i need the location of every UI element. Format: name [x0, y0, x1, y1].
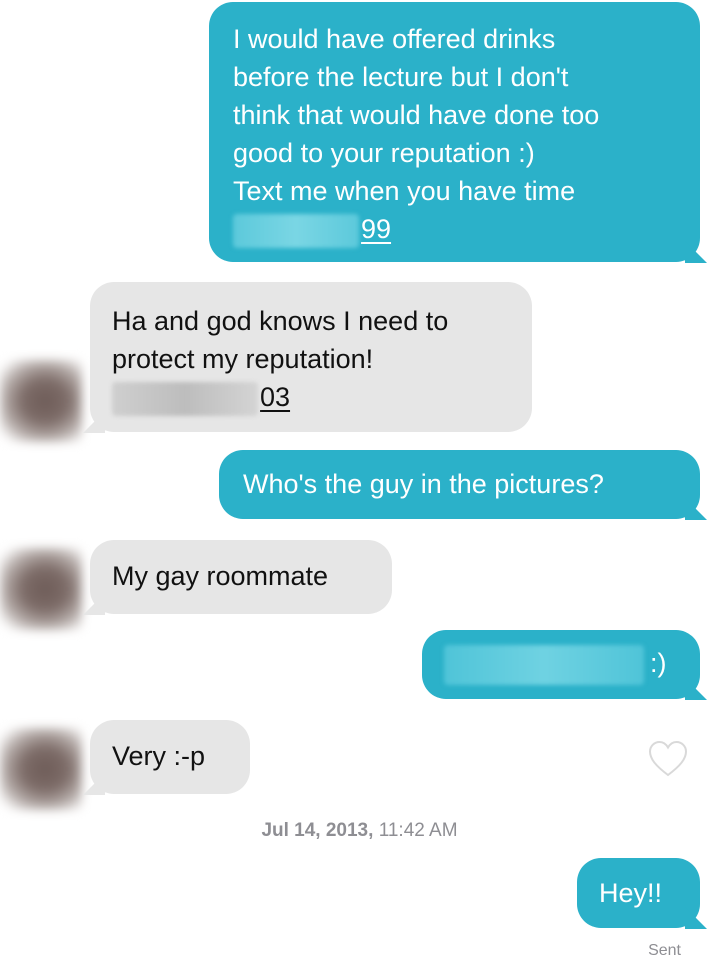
message-text: My gay roommate: [112, 561, 329, 591]
outgoing-message-5[interactable]: :): [422, 630, 700, 699]
redacted-phone-blur: [233, 213, 359, 248]
redacted-phone-blur: [112, 381, 258, 416]
timestamp-date: Jul 14, 2013,: [261, 820, 374, 841]
phone-number-link[interactable]: 99: [233, 210, 680, 248]
message-text: Who's the guy in the pictures?: [243, 469, 604, 499]
message-visible-suffix: :): [650, 648, 667, 678]
message-text-line: think that would have done too: [233, 100, 600, 130]
contact-avatar[interactable]: [0, 728, 82, 810]
message-text: Very :-p: [112, 741, 206, 771]
message-text: :): [444, 644, 680, 685]
outgoing-message-7[interactable]: Hey!!: [577, 858, 700, 928]
outgoing-message-3[interactable]: Who's the guy in the pictures?: [219, 450, 700, 519]
heart-outline-icon[interactable]: [648, 740, 688, 778]
incoming-message-2[interactable]: Ha and god knows I need to protect my re…: [90, 282, 532, 432]
message-text-line: Text me when you have time: [233, 176, 576, 206]
phone-number-suffix: 03: [260, 382, 291, 412]
incoming-message-6[interactable]: Very :-p: [90, 720, 250, 794]
message-text-line: good to your reputation :): [233, 138, 535, 168]
incoming-message-4[interactable]: My gay roommate: [90, 540, 392, 614]
message-text-line: I would have offered drinks: [233, 24, 556, 54]
outgoing-message-1[interactable]: I would have offered drinks before the l…: [209, 2, 700, 262]
contact-avatar[interactable]: [0, 548, 82, 630]
contact-avatar[interactable]: [0, 360, 82, 442]
phone-number-link[interactable]: 03: [112, 378, 512, 416]
phone-number-suffix: 99: [361, 214, 392, 244]
message-text-line: before the lecture but I don't: [233, 62, 569, 92]
message-text-line: protect my reputation!: [112, 344, 374, 374]
message-timestamp: Jul 14, 2013, 11:42 AM: [0, 820, 719, 842]
timestamp-time: 11:42 AM: [378, 820, 458, 841]
message-text: Hey!!: [599, 878, 663, 908]
message-text-line: Ha and god knows I need to: [112, 306, 449, 336]
delivery-status: Sent: [648, 942, 681, 959]
redacted-text-blur: [444, 644, 644, 685]
